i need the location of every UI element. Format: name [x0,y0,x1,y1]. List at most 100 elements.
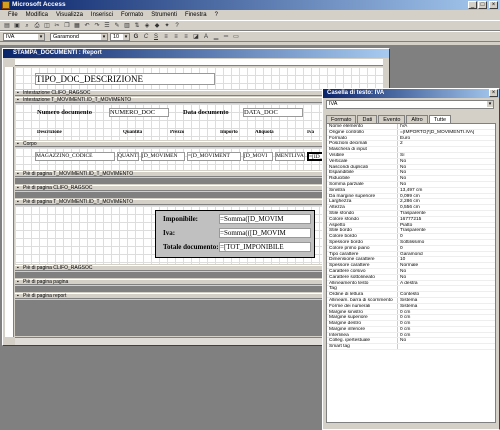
code-icon[interactable]: ◈ [143,22,151,30]
property-value[interactable]: No [397,338,495,344]
property-value[interactable] [397,344,495,350]
label-quantita[interactable]: Quantità [123,130,142,135]
property-value[interactable]: Trasparente [397,210,495,216]
field-aliquota[interactable]: MENTI.IVA [275,152,305,161]
search-icon[interactable]: ⌕ [23,22,31,30]
tab-altro[interactable]: Altro [406,115,428,123]
maximize-button[interactable]: □ [478,1,487,9]
line-width-icon[interactable]: ═ [222,33,230,41]
align-left-icon[interactable]: ≡ [162,33,170,41]
property-value[interactable]: 16777215 [397,216,495,222]
menu-strumenti[interactable]: Strumenti [147,12,181,18]
property-value[interactable] [397,286,495,292]
property-value[interactable]: Euro [397,135,495,141]
menu-visualizza[interactable]: Visualizza [52,12,87,18]
label-iva-totale[interactable]: Iva: [163,229,175,237]
property-value[interactable]: No [397,268,495,274]
property-value[interactable]: IVA [397,124,495,129]
align-right-icon[interactable]: ≡ [182,33,190,41]
property-value[interactable]: No [397,170,495,176]
property-value[interactable]: Normale [397,263,495,268]
align-center-icon[interactable]: ≡ [172,33,180,41]
field-id-movimento2[interactable]: =[D_MOVIMENT [187,152,241,161]
label-imponibile[interactable]: Imponibile: [163,215,198,223]
title-field[interactable]: TIPO_DOC_DESCRIZIONE [35,73,215,85]
label-numero-doc[interactable]: Numero documento [37,109,99,116]
tab-dati[interactable]: Dati [357,115,378,123]
label-aliquota[interactable]: Aliquota [255,130,274,135]
properties-object-combo[interactable]: IVA [326,100,494,109]
field-id-movimento1[interactable]: [D_MOVIMEN [141,152,185,161]
copy-icon[interactable]: ❐ [63,22,71,30]
property-value[interactable]: Contesto [397,292,495,297]
save-icon[interactable]: ▣ [13,22,21,30]
menu-file[interactable]: File [4,12,22,18]
tab-formato[interactable]: Formato [326,115,357,123]
label-totale-documento[interactable]: Totale documento: [163,243,219,251]
sort-icon[interactable]: ⇅ [133,22,141,30]
menu-modifica[interactable]: Modifica [22,12,52,18]
property-value[interactable]: 0 cm [397,326,495,332]
menu-inserisci[interactable]: Inserisci [87,12,117,18]
property-value[interactable]: 0,556 cm [397,205,495,210]
property-value[interactable]: 0,099 cm [397,193,495,199]
property-value[interactable]: Sistema [397,297,495,303]
property-value[interactable]: No [397,274,495,280]
fill-color-icon[interactable]: ◪ [192,33,200,41]
special-effect-icon[interactable]: ▭ [232,33,240,41]
bold-icon[interactable]: G [132,33,140,41]
property-row[interactable]: Smart tag [327,344,495,351]
undo-icon[interactable]: ↶ [83,22,91,30]
property-value[interactable]: Sottilissimo [397,239,495,245]
property-value[interactable]: 0 cm [397,309,495,315]
underline-icon[interactable]: S [152,33,160,41]
italic-icon[interactable]: C [142,33,150,41]
menu-finestra[interactable]: Finestra [181,12,211,18]
field-list-icon[interactable]: ☰ [103,22,111,30]
label-data-doc[interactable]: Data documento [183,109,243,116]
property-value[interactable]: Sistema [397,303,495,309]
property-value[interactable]: No [397,176,495,181]
label-prezzo[interactable]: Prezzo [170,130,184,135]
property-value[interactable]: No [397,164,495,170]
property-value[interactable]: 2 [397,141,495,147]
label-iva[interactable]: Iva [307,130,314,135]
field-data-doc[interactable]: DATA_DOC [243,108,303,117]
view-icon[interactable]: ▤ [3,22,11,30]
tab-tutte[interactable]: Tutte [428,115,452,123]
field-iva-totale[interactable]: =Somma(([D_MOVIM [219,228,311,238]
database-icon[interactable]: ◆ [153,22,161,30]
field-quanti[interactable]: QUANTI [117,152,139,161]
object-combo[interactable]: IVA [3,32,45,41]
field-magazzino-codice[interactable]: MAGAZZINO_CODICE [35,152,115,161]
menu-formato[interactable]: Formato [117,12,147,18]
property-value[interactable]: Sì [397,152,495,158]
print-icon[interactable]: ⎙ [33,22,41,30]
paste-icon[interactable]: ▦ [73,22,81,30]
property-value[interactable]: 0 [397,234,495,239]
property-value[interactable]: 0 cm [397,321,495,326]
property-value[interactable]: Trasparente [397,228,495,234]
help-icon[interactable]: ? [173,22,181,30]
property-value[interactable]: 10 [397,257,495,263]
field-imponibile[interactable]: =Somma([D_MOVIM [219,214,311,224]
property-value[interactable]: A destra [397,280,495,286]
property-value[interactable]: Piatto [397,222,495,228]
toolbox-icon[interactable]: ✎ [113,22,121,30]
preview-icon[interactable]: ◫ [43,22,51,30]
property-value[interactable]: 0 cm [397,332,495,338]
property-value[interactable]: 0 cm [397,315,495,321]
close-button[interactable]: × [489,1,498,9]
tab-evento[interactable]: Evento [378,115,406,123]
property-value[interactable]: No [397,158,495,164]
line-color-icon[interactable]: ▁ [212,33,220,41]
font-combo[interactable]: Garamond [50,32,108,41]
field-totale-documento[interactable]: =[TOT_IMPONIBILE [219,242,311,252]
property-value[interactable]: =[IMPORTO]*[D_MOVIMENTI.IVA] [397,129,495,135]
field-numero-doc[interactable]: NUMERO_DOC [109,108,169,117]
menu-help[interactable]: ? [211,12,222,18]
property-value[interactable] [397,147,495,152]
redo-icon[interactable]: ↷ [93,22,101,30]
label-importo[interactable]: Importo [220,130,238,135]
label-descrizione[interactable]: Descrizione [37,130,62,135]
